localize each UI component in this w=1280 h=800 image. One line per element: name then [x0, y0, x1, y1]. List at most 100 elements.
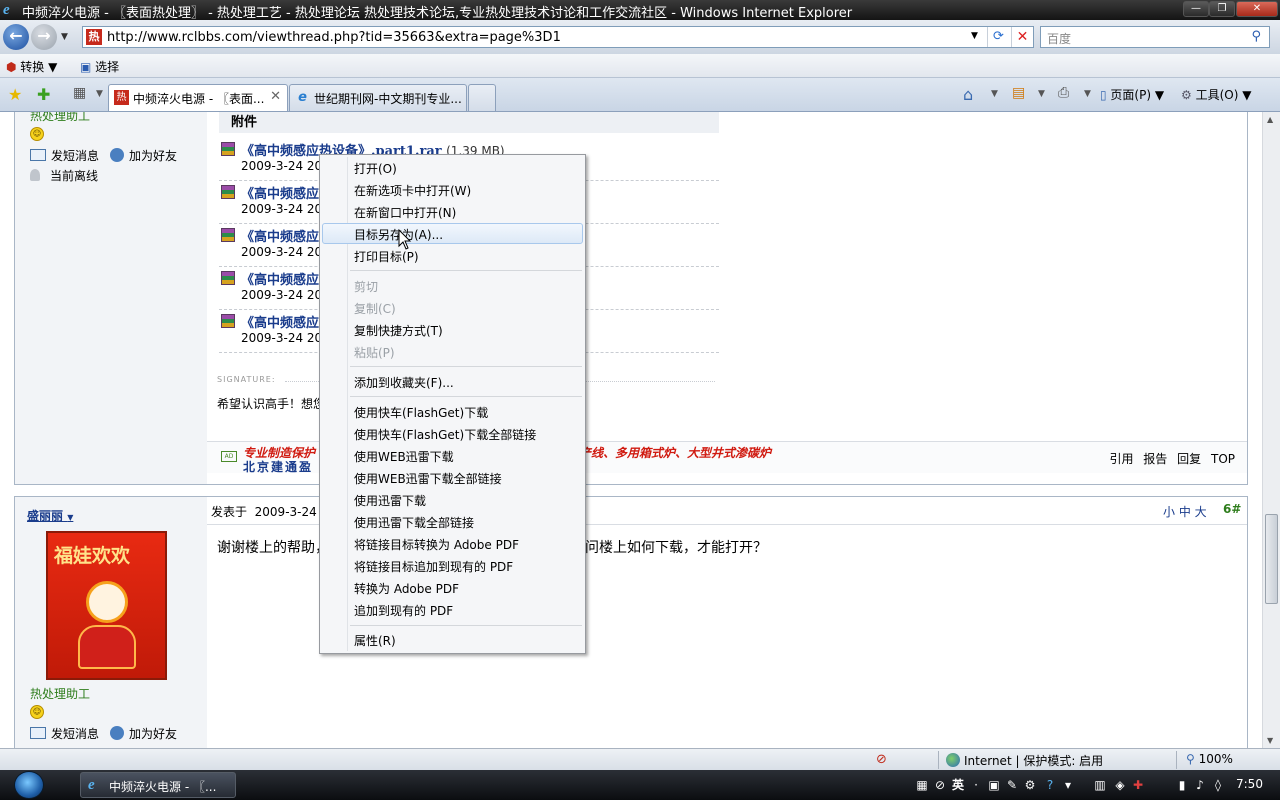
scrollbar-thumb[interactable]: [1265, 514, 1278, 604]
back-button[interactable]: ←: [3, 24, 29, 50]
new-tab-button[interactable]: [468, 84, 496, 111]
ad-link[interactable]: 产线、多用箱式炉、大型井式渗碳炉: [579, 444, 771, 461]
close-button[interactable]: ✕: [1236, 1, 1278, 17]
send-message-link[interactable]: 发短消息: [30, 147, 99, 164]
add-friend-link[interactable]: 加为好友: [110, 147, 177, 164]
address-dropdown-icon[interactable]: ▼: [971, 31, 978, 41]
feeds-icon[interactable]: ▤: [1012, 85, 1025, 101]
network-icon[interactable]: ▥: [1092, 777, 1108, 793]
menu-item-add-favorites[interactable]: 添加到收藏夹(F)...: [322, 371, 583, 392]
status-separator: [1176, 751, 1177, 769]
quick-tabs-icon[interactable]: ▦: [73, 85, 86, 101]
post-6: 盛丽丽 ▼ 福娃欢欢 热处理助工 ☺ 发短消息 加为好友 发表于 2009-3-…: [14, 496, 1248, 748]
refresh-icon[interactable]: ⟳: [987, 27, 1009, 47]
menu-item-thunder-all[interactable]: 使用迅雷下载全部链接: [322, 511, 583, 532]
status-bar: ⊘ Internet | 保护模式: 启用 ⚲ 100%: [0, 748, 1280, 770]
maximize-button[interactable]: ❐: [1209, 1, 1235, 17]
menu-item-flashget[interactable]: 使用快车(FlashGet)下载: [322, 401, 583, 422]
history-dropdown-icon[interactable]: ▼: [61, 32, 68, 42]
tools-menu[interactable]: ⚙ 工具(O) ▼: [1181, 86, 1251, 103]
tab-favicon-icon: 热: [114, 90, 129, 105]
tray-settings-icon[interactable]: ⚙: [1022, 777, 1038, 793]
menu-item-open[interactable]: 打开(O): [322, 157, 583, 178]
antivirus-icon[interactable]: ✚: [1130, 777, 1146, 793]
menu-item-open-new-window[interactable]: 在新窗口中打开(N): [322, 201, 583, 222]
favorites-star-icon[interactable]: ★: [8, 85, 22, 104]
tray-menu-icon[interactable]: ▾: [1060, 777, 1076, 793]
tab-label: 世纪期刊网-中文期刊专业...: [314, 92, 462, 106]
rar-file-icon: [221, 271, 235, 285]
tray-tool-icon[interactable]: ✎: [1004, 777, 1020, 793]
add-friend-link[interactable]: 加为好友: [110, 725, 177, 742]
menu-item-web-thunder[interactable]: 使用WEB迅雷下载: [322, 445, 583, 466]
quote-link[interactable]: 引用: [1109, 452, 1133, 466]
tab-cqvip[interactable]: e 世纪期刊网-中文期刊专业...: [289, 84, 467, 111]
windows-orb-icon: [14, 771, 44, 799]
tray-extra-icon[interactable]: ◊: [1210, 777, 1226, 793]
report-link[interactable]: 报告: [1143, 452, 1167, 466]
help-icon[interactable]: ?: [1042, 777, 1058, 793]
tray-grid-icon[interactable]: ▣: [986, 777, 1002, 793]
tab-close-icon[interactable]: ✕: [270, 89, 281, 104]
menu-item-web-thunder-all[interactable]: 使用WEB迅雷下载全部链接: [322, 467, 583, 488]
popup-blocker-icon[interactable]: ⊘: [876, 752, 887, 767]
avatar-body: [78, 625, 136, 669]
post-time: 发表于 2009-3-24 2: [211, 505, 329, 519]
menu-item-thunder[interactable]: 使用迅雷下载: [322, 489, 583, 510]
start-button[interactable]: [10, 770, 50, 800]
menu-item-append-link-pdf[interactable]: 将链接目标追加到现有的 PDF: [322, 555, 583, 576]
post-actions: 引用 报告 回复 TOP: [1103, 450, 1235, 467]
menu-item-flashget-all[interactable]: 使用快车(FlashGet)下载全部链接: [322, 423, 583, 444]
floor-number[interactable]: 6#: [1223, 502, 1241, 516]
security-zone[interactable]: Internet | 保护模式: 启用: [946, 752, 1103, 769]
menu-item-properties[interactable]: 属性(R): [322, 629, 583, 650]
vertical-scrollbar[interactable]: ▲ ▼: [1262, 112, 1280, 748]
stop-icon[interactable]: ✕: [1011, 27, 1033, 47]
ad-link[interactable]: 北京建通盈: [243, 458, 313, 475]
tab-list-dropdown-icon[interactable]: ▼: [96, 89, 103, 99]
select-menu[interactable]: ▣ 选择: [80, 58, 119, 75]
address-bar-row: ← → ▼ 热 http://www.rclbbs.com/viewthread…: [0, 20, 1280, 54]
tab-rclbbs[interactable]: 热 中频淬火电源 - 〖表面... ✕: [108, 84, 288, 111]
menu-item-save-target-as[interactable]: 目标另存为(A)...: [322, 223, 583, 244]
home-icon[interactable]: ⌂: [963, 85, 973, 104]
menu-item-convert-link-pdf[interactable]: 将链接目标转换为 Adobe PDF: [322, 533, 583, 554]
home-dropdown-icon[interactable]: ▼: [991, 89, 998, 99]
top-link[interactable]: TOP: [1211, 452, 1235, 466]
menu-item-copy-shortcut[interactable]: 复制快捷方式(T): [322, 319, 583, 340]
page-menu[interactable]: ▯ 页面(P) ▼: [1100, 86, 1164, 103]
volume-icon[interactable]: ♪: [1192, 777, 1208, 793]
convert-menu[interactable]: ⬢ 转换 ▼: [6, 58, 57, 75]
address-input[interactable]: 热 http://www.rclbbs.com/viewthread.php?t…: [82, 26, 1034, 48]
menu-item-convert-pdf[interactable]: 转换为 Adobe PDF: [322, 577, 583, 598]
tray-block-icon[interactable]: ⊘: [932, 777, 948, 793]
ime-dot-icon[interactable]: ·: [968, 777, 984, 793]
minimize-button[interactable]: —: [1183, 1, 1209, 17]
search-input[interactable]: 百度 ⚲: [1040, 26, 1270, 48]
zoom-level[interactable]: ⚲ 100%: [1186, 752, 1233, 766]
menu-item-print-target[interactable]: 打印目标(P): [322, 245, 583, 266]
scroll-down-icon[interactable]: ▼: [1267, 736, 1273, 745]
menu-item-paste: 粘贴(P): [354, 346, 395, 360]
offline-icon: [30, 169, 40, 181]
clock[interactable]: 7:50: [1236, 777, 1263, 791]
reply-link[interactable]: 回复: [1177, 452, 1201, 466]
feeds-dropdown-icon[interactable]: ▼: [1038, 89, 1045, 99]
tray-display-icon[interactable]: ▮: [1174, 777, 1190, 793]
font-size-links[interactable]: 小 中 大: [1163, 503, 1207, 520]
menu-item-open-new-tab[interactable]: 在新选项卡中打开(W): [322, 179, 583, 200]
print-dropdown-icon[interactable]: ▼: [1084, 89, 1091, 99]
tray-app-icon[interactable]: ▦: [914, 777, 930, 793]
ime-indicator[interactable]: 英: [950, 777, 966, 793]
address-url[interactable]: http://www.rclbbs.com/viewthread.php?tid…: [107, 30, 561, 45]
forward-button[interactable]: →: [31, 24, 57, 50]
add-favorite-icon[interactable]: ✚: [37, 85, 50, 104]
tray-chat-icon[interactable]: ◈: [1112, 777, 1128, 793]
taskbar-window-item[interactable]: e 中频淬火电源 - 〖...: [80, 772, 236, 798]
search-icon[interactable]: ⚲: [1251, 29, 1261, 44]
author-link[interactable]: 盛丽丽 ▼: [27, 507, 73, 524]
print-icon[interactable]: ⎙: [1058, 85, 1069, 101]
scroll-up-icon[interactable]: ▲: [1267, 115, 1273, 124]
send-message-link[interactable]: 发短消息: [30, 725, 99, 742]
menu-item-append-pdf[interactable]: 追加到现有的 PDF: [322, 599, 583, 620]
